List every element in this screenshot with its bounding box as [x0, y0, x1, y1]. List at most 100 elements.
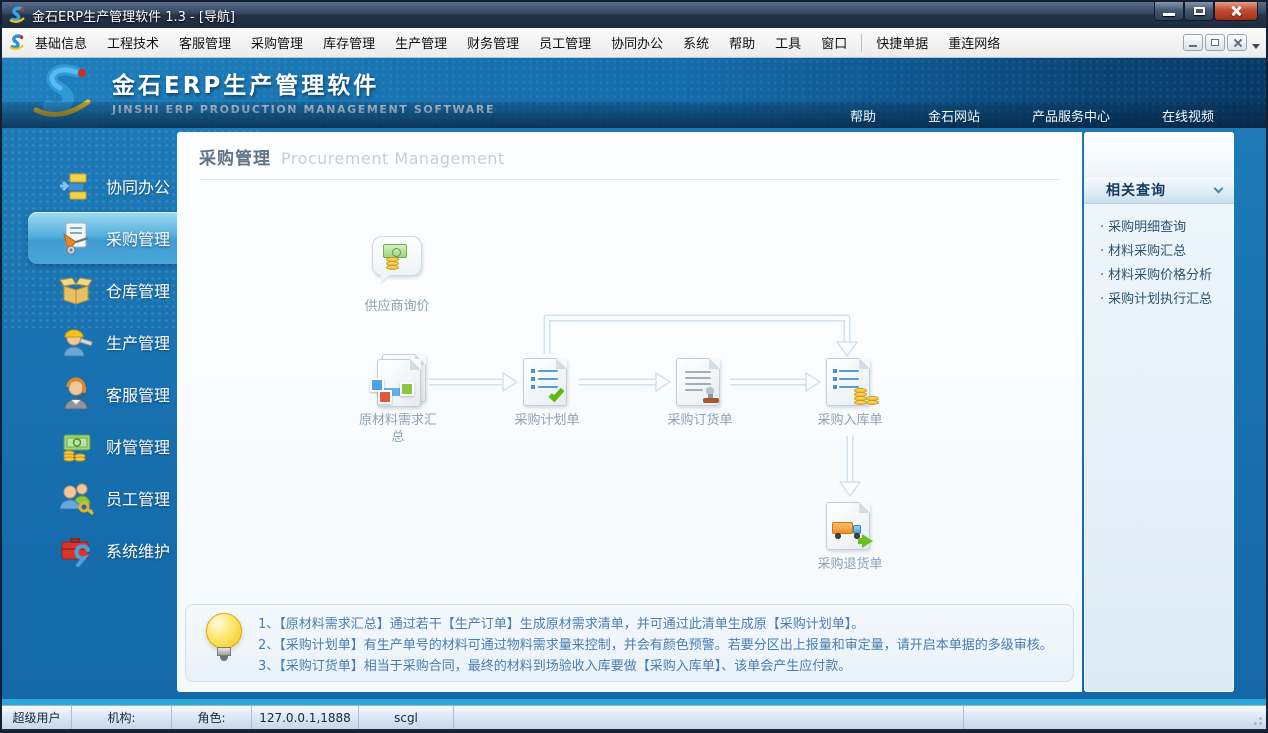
header-link-website[interactable]: 金石网站	[902, 106, 1006, 125]
header-link-service-center[interactable]: 产品服务中心	[1006, 106, 1136, 125]
page-title-zh: 采购管理	[199, 149, 271, 169]
sidebar: 协同办公 采购管理 仓库管理 生产管理 客服管理 财管管理	[2, 128, 177, 705]
sidebar-item-label: 仓库管理	[106, 278, 170, 302]
mdi-close-icon	[1233, 38, 1242, 47]
app-header: 金石ERP生产管理软件 JINSHI ERP PRODUCTION MANAGE…	[2, 58, 1266, 128]
flow-label-raw-material-summary: 原材料需求汇总	[356, 412, 440, 446]
flow-node-purchase-inbound[interactable]	[826, 358, 878, 410]
menu-item-reconnect[interactable]: 重连网络	[938, 29, 1010, 56]
status-org-label: 机构:	[72, 706, 172, 729]
status-role-label: 角色:	[172, 706, 252, 729]
sidebar-item-label: 协同办公	[106, 174, 170, 198]
related-query-price-analysis[interactable]: ·材料采购价格分析	[1100, 264, 1228, 288]
flow-label-purchase-plan: 采购计划单	[487, 412, 607, 429]
sidebar-item-label: 财管管理	[106, 434, 170, 458]
sidebar-item-finance[interactable]: 财管管理	[2, 420, 177, 472]
sidebar-item-collaboration[interactable]: 协同办公	[2, 160, 177, 212]
status-bar: 超级用户 机构: 角色: 127.0.0.1,1888 scgl	[2, 705, 1266, 729]
header-link-bar: 帮助 金石网站 产品服务中心 在线视频	[2, 102, 1266, 128]
page-title: 采购管理 Procurement Management	[199, 144, 1060, 180]
header-link-help[interactable]: 帮助	[824, 106, 902, 125]
flow-node-purchase-return[interactable]	[826, 502, 878, 554]
flow-label-purchase-return: 采购退货单	[790, 556, 910, 573]
flow-label-supplier-inquiry: 供应商询价	[337, 298, 457, 315]
mdi-restore-button[interactable]	[1205, 34, 1225, 51]
lightbulb-icon	[204, 613, 244, 673]
flow-node-purchase-plan[interactable]	[523, 358, 575, 410]
supplier-inquiry-icon	[372, 236, 422, 276]
app-window: 金石ERP生产管理软件 1.3 - [导航] 基础信息 工程技术 客服管理 采购…	[0, 0, 1268, 733]
minimize-icon	[1163, 13, 1175, 16]
menu-item-system[interactable]: 系统	[673, 29, 719, 56]
menu-item-help[interactable]: 帮助	[719, 29, 765, 56]
header-link-online-video[interactable]: 在线视频	[1136, 106, 1240, 125]
finance-money-icon	[58, 428, 94, 464]
sidebar-item-employee[interactable]: 员工管理	[2, 472, 177, 524]
chevron-down-icon	[1214, 184, 1224, 194]
related-query-plan-execution[interactable]: ·采购计划执行汇总	[1100, 288, 1228, 312]
customer-service-icon	[58, 376, 94, 412]
tip-line: 1、【原材料需求汇总】通过若干【生产订单】生成原材需求清单，并可通过此清单生成原…	[258, 614, 1059, 635]
related-queries-header[interactable]: 相关查询	[1084, 176, 1234, 204]
status-empty-segment	[964, 706, 1266, 729]
brand-title: 金石ERP生产管理软件	[112, 66, 495, 100]
flow-node-purchase-order[interactable]	[676, 358, 728, 410]
minimize-button[interactable]	[1154, 2, 1184, 21]
bullet-icon: ·	[1100, 268, 1104, 283]
close-icon	[1230, 5, 1242, 17]
related-query-purchase-detail[interactable]: ·采购明细查询	[1100, 216, 1228, 240]
sidebar-item-procurement[interactable]: 采购管理	[28, 212, 177, 264]
sidebar-item-label: 员工管理	[106, 486, 170, 510]
sidebar-item-customer-service[interactable]: 客服管理	[2, 368, 177, 420]
tip-line: 3、【采购订货单】相当于采购合同，最终的材料到场验收入库要做【采购入库单】、该单…	[258, 656, 1059, 677]
production-worker-icon	[58, 324, 94, 360]
menu-item-basic-info[interactable]: 基础信息	[25, 29, 97, 56]
menu-item-quick-docs[interactable]: 快捷单据	[866, 29, 938, 56]
warehouse-box-icon	[58, 272, 94, 308]
flow-node-raw-material-summary[interactable]	[374, 354, 426, 408]
status-module-code: scgl	[359, 706, 454, 729]
menu-item-tools[interactable]: 工具	[765, 29, 811, 56]
mdi-caret-icon[interactable]	[1252, 44, 1260, 49]
purchase-plan-icon	[523, 358, 567, 406]
sidebar-item-production[interactable]: 生产管理	[2, 316, 177, 368]
maximize-icon	[1194, 7, 1205, 15]
menu-item-inventory[interactable]: 库存管理	[313, 29, 385, 56]
mdi-restore-icon	[1211, 39, 1219, 46]
content-area: 协同办公 采购管理 仓库管理 生产管理 客服管理 财管管理	[2, 128, 1266, 705]
menu-item-window[interactable]: 窗口	[811, 29, 857, 56]
tips-box: 1、【原材料需求汇总】通过若干【生产订单】生成原材需求清单，并可通过此清单生成原…	[185, 604, 1074, 682]
sidebar-item-label: 采购管理	[106, 226, 170, 250]
menu-logo-icon	[8, 34, 25, 51]
menu-item-engineering[interactable]: 工程技术	[97, 29, 169, 56]
status-user: 超级用户	[2, 706, 72, 729]
bullet-icon: ·	[1100, 244, 1104, 259]
flow-node-supplier-inquiry[interactable]	[372, 236, 424, 286]
bullet-icon: ·	[1100, 292, 1104, 307]
mdi-minimize-button[interactable]	[1183, 34, 1203, 51]
flow-label-purchase-inbound: 采购入库单	[790, 412, 910, 429]
close-button[interactable]	[1214, 2, 1258, 21]
employee-people-icon	[58, 480, 94, 516]
menu-item-customer-service[interactable]: 客服管理	[169, 29, 241, 56]
menu-item-finance[interactable]: 财务管理	[457, 29, 529, 56]
menu-item-production[interactable]: 生产管理	[385, 29, 457, 56]
menu-item-collaboration[interactable]: 协同办公	[601, 29, 673, 56]
sidebar-item-warehouse[interactable]: 仓库管理	[2, 264, 177, 316]
title-bar[interactable]: 金石ERP生产管理软件 1.3 - [导航]	[2, 2, 1266, 28]
related-query-material-summary[interactable]: ·材料采购汇总	[1100, 240, 1228, 264]
bullet-icon: ·	[1100, 220, 1104, 235]
sidebar-item-label: 客服管理	[106, 382, 170, 406]
menu-item-employee[interactable]: 员工管理	[529, 29, 601, 56]
status-server-address: 127.0.0.1,1888	[252, 706, 359, 729]
related-queries-title: 相关查询	[1106, 180, 1215, 200]
sidebar-item-label: 系统维护	[106, 538, 170, 562]
menu-separator	[861, 34, 862, 52]
mdi-close-button[interactable]	[1227, 34, 1247, 51]
maximize-button[interactable]	[1184, 2, 1214, 21]
system-toolbox-icon	[58, 532, 94, 568]
menu-item-procurement[interactable]: 采购管理	[241, 29, 313, 56]
sidebar-item-system-maintenance[interactable]: 系统维护	[2, 524, 177, 576]
collaboration-icon	[58, 168, 94, 204]
page-title-en: Procurement Management	[281, 149, 505, 168]
